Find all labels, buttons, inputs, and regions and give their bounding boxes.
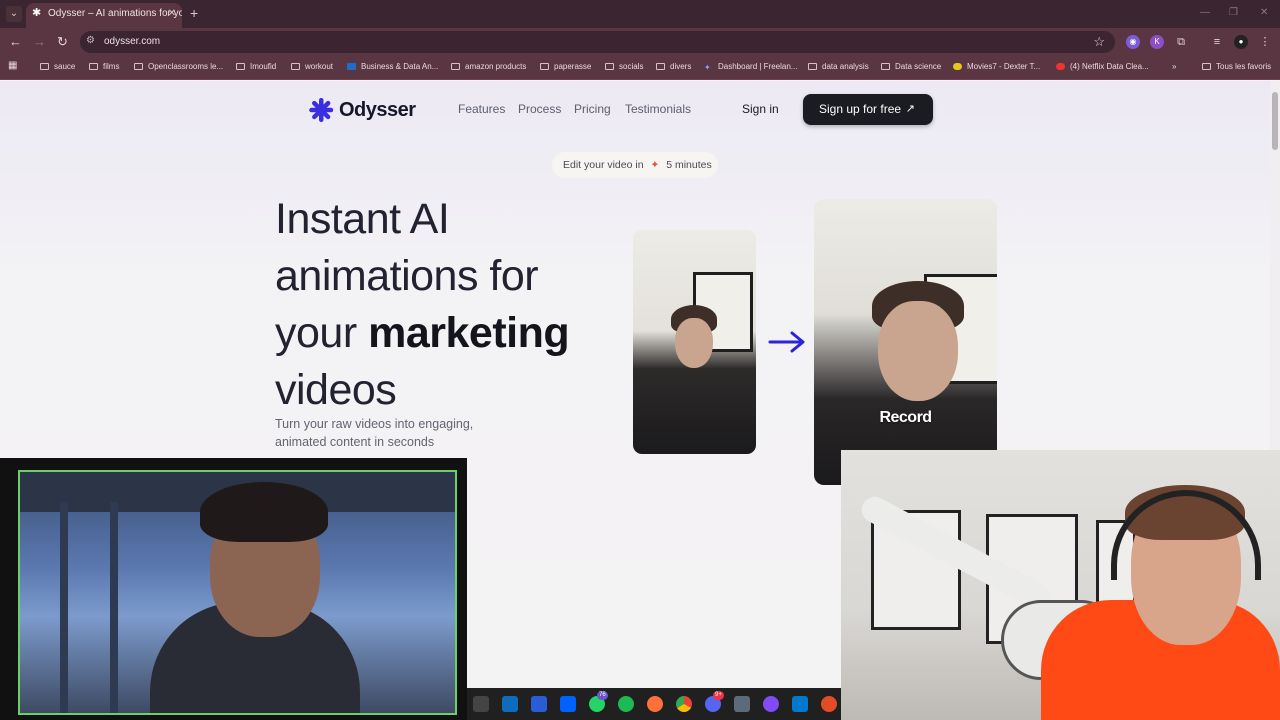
odysser-logo-icon: [309, 98, 334, 122]
address-bar[interactable]: ⚙ odysser.com ☆: [80, 31, 1115, 53]
firefox-icon[interactable]: [647, 696, 663, 712]
edit-time-badge: Edit your video in ✦ 5 minutes: [552, 152, 718, 178]
tab-title: Odysser – AI animations for yo: [48, 8, 182, 19]
window-frame: [60, 502, 68, 713]
odysser-favicon-icon: ✱: [32, 7, 42, 19]
sparkle-icon: ✦: [650, 159, 660, 171]
hero-title-line: videos: [275, 366, 397, 414]
app-icon[interactable]: [821, 696, 837, 712]
bookmark-item[interactable]: data analysis: [808, 62, 869, 72]
sign-up-button[interactable]: Sign up for free ↗: [803, 94, 933, 125]
close-window-icon[interactable]: ✕: [1260, 7, 1268, 18]
bookmark-item[interactable]: Imoufid: [236, 62, 276, 72]
menu-icon[interactable]: ⋮: [1258, 35, 1272, 49]
browser-toolbar: ← → ↻ ⚙ odysser.com ☆ ◉ K ⧉ ≡ ● ⋮: [0, 28, 1280, 56]
sign-up-label: Sign up for free: [819, 102, 902, 116]
discord-icon[interactable]: 9+: [705, 691, 724, 712]
bookmark-item[interactable]: amazon products: [451, 62, 526, 72]
scrollbar-thumb[interactable]: [1272, 92, 1278, 150]
bookmark-item[interactable]: divers: [656, 62, 691, 72]
window-frame: [110, 502, 118, 713]
webcam-left: [0, 458, 467, 720]
badge-prefix: Edit your video in: [563, 159, 644, 171]
extension-k-icon[interactable]: K: [1150, 35, 1164, 49]
more-bookmarks-icon[interactable]: »: [1172, 62, 1176, 72]
maximize-icon[interactable]: ❐: [1229, 7, 1238, 18]
file-explorer-icon[interactable]: [473, 696, 489, 712]
outlook-icon[interactable]: [502, 696, 518, 712]
bookmark-item[interactable]: films: [89, 62, 119, 72]
tab-strip: ⌄ ✱ Odysser – AI animations for yo ✕ + —…: [0, 0, 1280, 28]
nav-testimonials[interactable]: Testimonials: [625, 102, 691, 116]
desktop-icon[interactable]: [734, 696, 750, 712]
webcam-right: [841, 450, 1280, 720]
profile-avatar[interactable]: ●: [1234, 35, 1248, 49]
vscode-icon[interactable]: [792, 696, 808, 712]
new-tab-icon[interactable]: +: [190, 6, 198, 20]
tab-search-icon[interactable]: ⌄: [6, 6, 22, 22]
hero-title: Instant AI animations for your marketing…: [275, 191, 605, 419]
dropbox-icon[interactable]: [560, 696, 576, 712]
bookmark-item[interactable]: paperasse: [540, 62, 591, 72]
arrow-right-icon: [768, 331, 805, 353]
sign-in-link[interactable]: Sign in: [742, 102, 779, 116]
hero-title-word: your: [275, 309, 357, 357]
extension-icon[interactable]: ◉: [1126, 35, 1140, 49]
discord-badge: 9+: [713, 691, 724, 700]
hero-title-line: Instant AI: [275, 195, 450, 243]
minimize-icon[interactable]: —: [1200, 7, 1210, 18]
bookmarks-bar: ▦ sauce films Openclassrooms le... Imouf…: [0, 56, 1280, 80]
logo-text: Odysser: [339, 99, 416, 121]
bookmark-item[interactable]: ✦ Dashboard | Freelan...: [704, 62, 797, 72]
taskbar: 76 9+: [467, 688, 841, 720]
animated-video-thumbnail[interactable]: Record: [814, 199, 997, 485]
nav-features[interactable]: Features: [458, 102, 505, 116]
hero-title-line: animations for: [275, 252, 539, 300]
apps-icon[interactable]: ▦: [8, 61, 17, 71]
bookmark-item[interactable]: (4) Netflix Data Clea...: [1056, 62, 1149, 72]
hero-title-line: your marketing: [275, 305, 605, 362]
reading-list-icon[interactable]: ≡: [1210, 35, 1224, 49]
forward-icon[interactable]: →: [33, 34, 46, 50]
chrome-icon[interactable]: [676, 696, 692, 712]
hero-title-emphasis: marketing: [368, 309, 570, 357]
spotify-icon[interactable]: [618, 696, 634, 712]
whatsapp-icon[interactable]: 76: [589, 691, 608, 712]
person-face: [675, 318, 713, 368]
tab-close-icon[interactable]: ✕: [168, 3, 176, 25]
nav-process[interactable]: Process: [518, 102, 561, 116]
bookmark-item[interactable]: Tous les favoris: [1202, 62, 1271, 72]
bookmark-item[interactable]: workout: [291, 62, 333, 72]
messenger-icon[interactable]: [763, 696, 779, 712]
extensions-puzzle-icon[interactable]: ⧉: [1174, 35, 1188, 49]
bookmark-item[interactable]: Movies7 - Dexter T...: [953, 62, 1040, 72]
record-caption: Record: [879, 409, 932, 426]
nav-pricing[interactable]: Pricing: [574, 102, 611, 116]
webcam-left-feed: [18, 470, 457, 715]
bookmark-item[interactable]: Business & Data An...: [347, 62, 438, 72]
bookmark-item[interactable]: sauce: [40, 62, 75, 72]
url-text[interactable]: odysser.com: [104, 36, 160, 47]
whatsapp-badge: 76: [597, 691, 608, 700]
person-face: [878, 301, 958, 401]
bookmark-item[interactable]: Data science: [881, 62, 941, 72]
store-icon[interactable]: [531, 696, 547, 712]
badge-suffix: 5 minutes: [666, 159, 712, 171]
site-info-icon[interactable]: ⚙: [86, 35, 95, 46]
bookmark-item[interactable]: socials: [605, 62, 643, 72]
bookmark-star-icon[interactable]: ☆: [1093, 34, 1105, 50]
back-icon[interactable]: ←: [9, 34, 22, 50]
hero-subtitle: Turn your raw videos into engaging, anim…: [275, 417, 474, 449]
bookmark-item[interactable]: Openclassrooms le...: [134, 62, 223, 72]
person-hair: [200, 482, 328, 542]
reload-icon[interactable]: ↻: [57, 34, 68, 50]
raw-video-thumbnail[interactable]: [633, 230, 756, 454]
arrow-up-right-icon: ↗: [905, 103, 915, 115]
tab-odysser[interactable]: ✱ Odysser – AI animations for yo ✕: [26, 3, 182, 28]
